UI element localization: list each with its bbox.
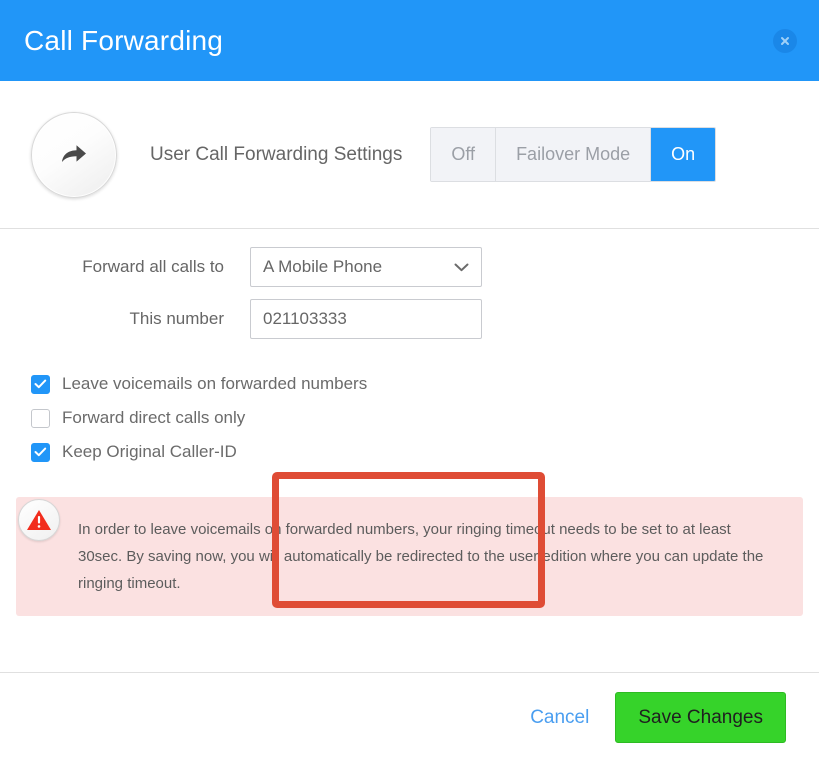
chevron-down-icon bbox=[454, 257, 469, 277]
warning-icon-badge bbox=[18, 499, 60, 541]
close-icon bbox=[779, 35, 791, 47]
save-changes-button[interactable]: Save Changes bbox=[615, 692, 786, 743]
checkbox-label-leave-voicemails: Leave voicemails on forwarded numbers bbox=[62, 374, 368, 393]
checkbox-forward-direct-calls-only[interactable] bbox=[31, 408, 50, 428]
settings-label: User Call Forwarding Settings bbox=[150, 143, 403, 165]
warning-triangle-icon bbox=[26, 508, 52, 532]
modal-header: Call Forwarding bbox=[0, 0, 819, 81]
page-title: Call Forwarding bbox=[24, 24, 224, 56]
warning-banner: In order to leave voicemails on forwarde… bbox=[16, 497, 803, 616]
phone-number-input[interactable]: 021103333 bbox=[250, 299, 482, 339]
checkbox-leave-voicemails[interactable] bbox=[31, 374, 50, 394]
forward-all-calls-to-label: Forward all calls to bbox=[82, 257, 224, 276]
checkbox-label-forward-direct-calls-only: Forward direct calls only bbox=[62, 408, 246, 427]
this-number-label: This number bbox=[129, 309, 224, 328]
toggle-option-off[interactable]: Off bbox=[431, 128, 497, 181]
options-checkbox-list: Leave voicemails on forwarded numbers Fo… bbox=[0, 367, 819, 469]
forwarding-mode-toggle-group: Off Failover Mode On bbox=[430, 127, 717, 182]
toggle-option-on[interactable]: On bbox=[651, 128, 716, 181]
warning-box: In order to leave voicemails on forwarde… bbox=[16, 497, 803, 616]
this-number-row: This number 021103333 bbox=[0, 299, 819, 339]
forward-all-calls-to-row: Forward all calls to A Mobile Phone bbox=[0, 247, 819, 287]
forward-arrow-icon bbox=[59, 142, 89, 168]
warning-message: In order to leave voicemails on forwarde… bbox=[78, 521, 764, 592]
checkbox-row-forward-direct-calls-only[interactable]: Forward direct calls only bbox=[31, 401, 819, 435]
checkbox-label-keep-original-caller-id: Keep Original Caller-ID bbox=[62, 442, 237, 461]
modal-footer: Cancel Save Changes bbox=[0, 672, 819, 762]
forward-arrow-badge bbox=[31, 111, 117, 198]
toggle-option-failover-mode[interactable]: Failover Mode bbox=[496, 128, 652, 181]
checkbox-row-keep-original-caller-id[interactable]: Keep Original Caller-ID bbox=[31, 435, 819, 469]
checkbox-row-leave-voicemails[interactable]: Leave voicemails on forwarded numbers bbox=[31, 367, 819, 401]
modal-body: Forward all calls to A Mobile Phone This… bbox=[0, 229, 819, 616]
user-call-forwarding-settings-row: User Call Forwarding Settings Off Failov… bbox=[0, 81, 819, 229]
checkbox-keep-original-caller-id[interactable] bbox=[31, 442, 50, 462]
cancel-button[interactable]: Cancel bbox=[530, 707, 589, 729]
forward-destination-value: A Mobile Phone bbox=[263, 257, 383, 276]
close-button[interactable] bbox=[773, 28, 797, 53]
forward-destination-select[interactable]: A Mobile Phone bbox=[250, 247, 482, 287]
